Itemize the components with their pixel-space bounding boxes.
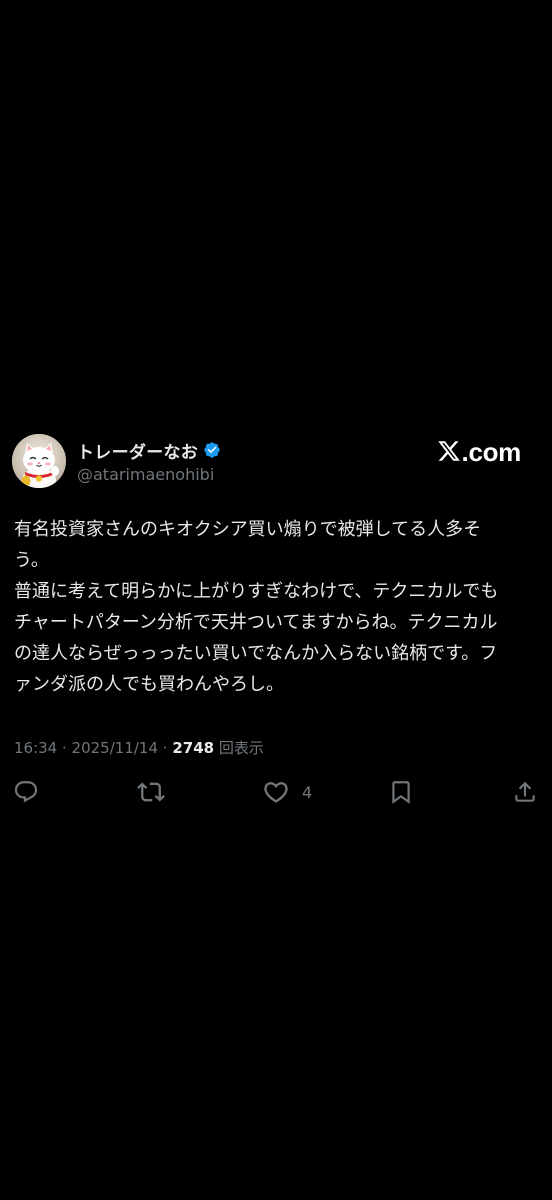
verified-badge-icon — [203, 441, 221, 459]
heart-icon — [264, 782, 288, 803]
reply-button[interactable] — [13, 775, 39, 809]
post-text-line: ァンダ派の人でも買わんやろし。 — [14, 674, 284, 695]
site-domain-suffix: .com — [461, 436, 522, 467]
share-icon — [515, 781, 535, 802]
reply-icon — [14, 781, 38, 803]
like-button[interactable]: 4 — [262, 775, 312, 809]
post-date[interactable]: 2025/11/14 — [72, 739, 158, 757]
post-card: トレーダーなお @atarimaenohibi .com 有名投資家さんのキオク… — [0, 430, 552, 804]
avatar[interactable] — [12, 434, 66, 488]
meta-separator: · — [57, 739, 72, 757]
post-header: トレーダーなお @atarimaenohibi .com — [0, 430, 552, 492]
meta-separator: · — [158, 739, 173, 757]
name-row: トレーダーなお — [77, 438, 221, 463]
bookmark-icon — [392, 781, 410, 804]
post-text-line: 普通に考えて明らかに上がりすぎなわけで、テクニカルでも — [14, 581, 499, 602]
share-button[interactable] — [512, 775, 538, 809]
author-info: トレーダーなお @atarimaenohibi — [77, 438, 221, 484]
like-count: 4 — [302, 782, 313, 802]
x-logo-icon — [437, 440, 460, 461]
repost-icon — [137, 782, 165, 802]
post-meta: 16:34 · 2025/11/14 · 2748 回表示 — [14, 737, 264, 758]
repost-button[interactable] — [137, 775, 165, 809]
author-display-name[interactable]: トレーダーなお — [77, 438, 198, 463]
maneki-neko-avatar-icon — [12, 434, 66, 488]
action-bar: 4 — [0, 775, 552, 809]
post-text-line: う。 — [14, 550, 49, 571]
site-watermark: .com — [437, 436, 521, 468]
post-time[interactable]: 16:34 — [14, 739, 57, 757]
post-text-line: 有名投資家さんのキオクシア買い煽りで被弾してる人多そ — [14, 519, 482, 540]
post-text: 有名投資家さんのキオクシア買い煽りで被弾してる人多そ う。 普通に考えて明らかに… — [14, 514, 542, 700]
views-count: 2748 — [172, 739, 215, 757]
bookmark-button[interactable] — [388, 775, 414, 809]
post-text-line: の達人ならぜっっったい買いでなんか入らない銘柄です。フ — [14, 643, 498, 664]
post-text-line: チャートパターン分析で天井ついてますからね。テクニカル — [14, 612, 498, 633]
author-handle[interactable]: @atarimaenohibi — [77, 465, 221, 484]
views-label: 回表示 — [214, 739, 264, 757]
